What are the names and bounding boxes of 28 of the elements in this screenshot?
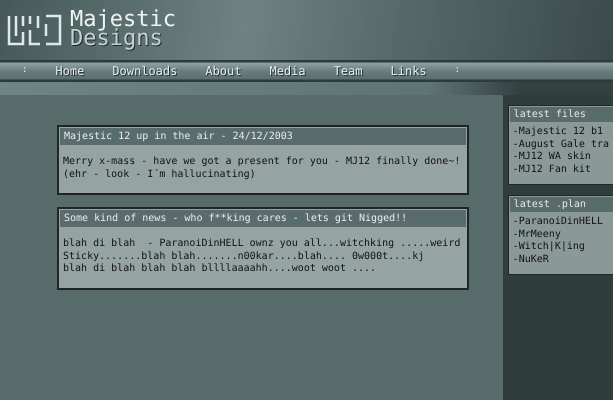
post-text: blah di blah - ParanoiDinHELL ownz you all...witchking .....weird: [63, 238, 462, 250]
panel-item[interactable]: -Majestic 12 b1: [512, 126, 609, 138]
nav-link[interactable]: Media: [269, 62, 306, 80]
logo-title: Majestic: [70, 11, 176, 30]
panel-title: latest files: [510, 107, 613, 122]
post-text: blah di blah blah blah bllllaaaahh....woot woot ....: [63, 263, 378, 276]
panel-item[interactable]: -Witch|K|ing: [512, 241, 609, 254]
post-title: Some kind of news - who f**king cares - lets git Nigged!!: [60, 210, 466, 227]
nav-separator: :: [454, 64, 460, 78]
nav-link[interactable]: Links: [390, 62, 427, 80]
post-text: Sticky.......blah blah.......n00kar....blah.... 0w000t....kj: [63, 250, 426, 263]
panel-item[interactable]: -MJ12 Fan kit: [512, 164, 609, 176]
nav-link[interactable]: About: [205, 62, 242, 80]
panel-item[interactable]: -August Gale tra: [512, 138, 609, 151]
logo-subtitle: Designs: [70, 30, 163, 49]
post-title: Majestic 12 up in the air - 24/12/2003: [60, 128, 466, 145]
nav-link[interactable]: Home: [55, 62, 84, 80]
nav-separator: :: [22, 64, 28, 78]
nav-link[interactable]: Team: [334, 62, 363, 80]
nav-link[interactable]: Downloads: [112, 62, 178, 80]
panel-title: latest .plan: [510, 197, 613, 212]
logo-icon: [6, 12, 64, 48]
panel-item[interactable]: -MJ12 WA skin: [512, 151, 609, 164]
panel-item[interactable]: -NuKeR: [512, 254, 609, 266]
panel-item[interactable]: -MrMeeny: [512, 228, 609, 241]
post-text: Merry x-mass - have we got a present for you - MJ12 finally done~!: [63, 156, 462, 168]
panel-item[interactable]: -ParanoiDinHELL: [512, 216, 609, 228]
post-text: (ehr - look - I´m hallucinating): [63, 168, 257, 181]
